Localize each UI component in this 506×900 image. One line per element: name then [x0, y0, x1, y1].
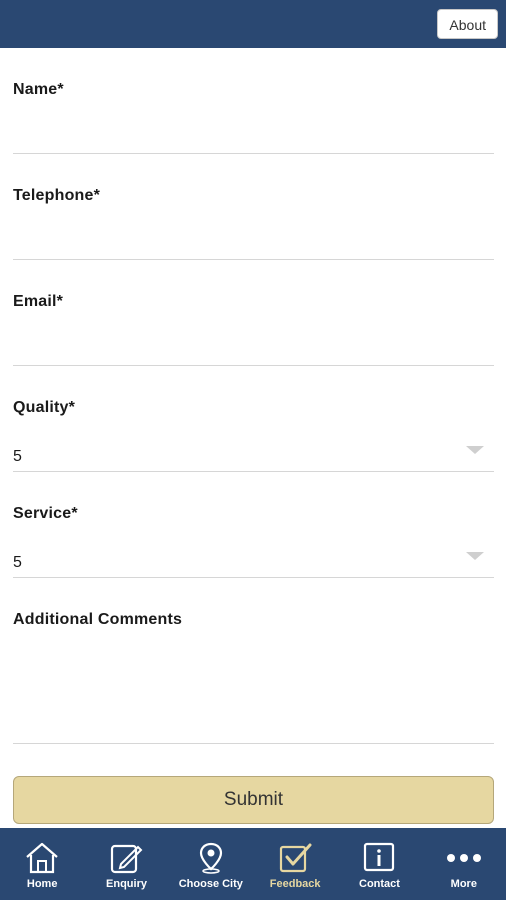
home-icon	[26, 842, 58, 874]
comments-field[interactable]: Additional Comments	[13, 578, 494, 744]
submit-button[interactable]: Submit	[13, 776, 494, 824]
chevron-down-icon	[466, 446, 484, 454]
tab-label: Enquiry	[106, 878, 147, 890]
email-label: Email*	[13, 293, 64, 310]
service-value: 5	[13, 554, 22, 571]
about-button[interactable]: About	[437, 9, 498, 39]
service-label: Service*	[13, 505, 78, 522]
info-icon	[364, 842, 395, 872]
quality-select[interactable]: Quality* 5	[13, 366, 494, 472]
quality-value: 5	[13, 448, 22, 465]
chevron-down-icon	[466, 552, 484, 560]
feedback-form: Name* Telephone* Email* Quality* 5 Servi…	[13, 48, 494, 744]
edit-icon	[111, 844, 143, 874]
tab-contact[interactable]: Contact	[337, 828, 421, 900]
comments-label: Additional Comments	[13, 611, 183, 628]
tab-label: Choose City	[178, 878, 243, 890]
telephone-field[interactable]: Telephone*	[13, 154, 494, 260]
checkbox-icon	[280, 843, 312, 873]
bottom-tab-bar: Home Enquiry Choose City Feedback Contac…	[0, 828, 506, 900]
tab-home[interactable]: Home	[0, 828, 84, 900]
location-pin-icon	[199, 842, 222, 874]
service-select[interactable]: Service* 5	[13, 472, 494, 578]
tab-label: Home	[26, 878, 58, 890]
tab-label: Contact	[359, 878, 400, 890]
more-icon	[446, 854, 481, 862]
quality-label: Quality*	[13, 399, 76, 416]
tab-enquiry[interactable]: Enquiry	[84, 828, 168, 900]
top-bar: About	[0, 0, 506, 48]
name-field[interactable]: Name*	[13, 48, 494, 154]
name-label: Name*	[13, 81, 64, 98]
tab-label: Feedback	[269, 878, 321, 890]
tab-label: More	[450, 878, 477, 890]
email-field[interactable]: Email*	[13, 260, 494, 366]
tab-more[interactable]: More	[422, 828, 506, 900]
tab-choose-city[interactable]: Choose City	[169, 828, 253, 900]
tab-feedback[interactable]: Feedback	[253, 828, 337, 900]
telephone-label: Telephone*	[13, 187, 101, 204]
